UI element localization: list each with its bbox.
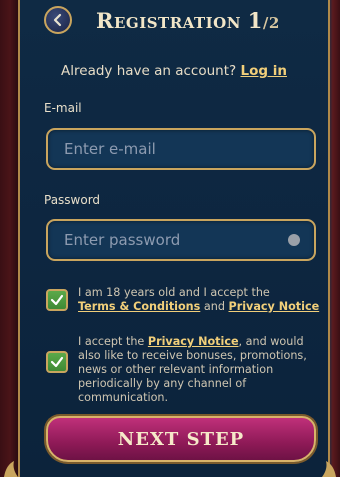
show-password-icon[interactable] [288, 234, 300, 246]
age-consent-text-1: I am 18 years old and I accept the [78, 286, 270, 299]
account-prompt-text: Already have an account? [61, 63, 237, 79]
privacy-notice-link[interactable]: Privacy Notice [229, 300, 320, 313]
title-total: /2 [262, 14, 280, 32]
terms-link[interactable]: Terms & Conditions [78, 300, 200, 313]
marketing-consent-text: I accept the Privacy Notice, and would a… [78, 335, 328, 405]
marketing-consent-text-1: I accept the [78, 335, 145, 348]
privacy-notice-link-2[interactable]: Privacy Notice [148, 335, 239, 348]
corner-ornament-icon [4, 461, 18, 477]
password-field[interactable]: Enter password [46, 219, 316, 261]
age-consent-text: I am 18 years old and I accept the Terms… [78, 286, 328, 314]
back-button[interactable] [44, 6, 72, 34]
email-placeholder: Enter e-mail [64, 140, 156, 158]
age-consent-and: and [203, 300, 225, 313]
next-step-button[interactable]: NEXT STEP [46, 416, 316, 462]
registration-panel: Registration 1/2 Already have an account… [18, 0, 330, 477]
checkmark-icon [50, 294, 64, 306]
email-field[interactable]: Enter e-mail [46, 128, 316, 170]
email-label: E-mail [44, 101, 82, 115]
arrow-left-icon [53, 13, 62, 27]
title-step: 1 [247, 8, 263, 33]
page-title: Registration 1/2 [96, 8, 280, 33]
header: Registration 1/2 [20, 0, 328, 46]
marketing-consent-checkbox[interactable] [46, 351, 68, 373]
title-text: Registration [96, 8, 241, 33]
password-placeholder: Enter password [64, 231, 181, 249]
age-consent-checkbox[interactable] [46, 289, 68, 311]
checkmark-icon [50, 356, 64, 368]
corner-ornament-icon [322, 461, 336, 477]
account-prompt: Already have an account? Log in [20, 63, 328, 79]
password-label: Password [44, 193, 101, 207]
login-link[interactable]: Log in [240, 63, 286, 79]
